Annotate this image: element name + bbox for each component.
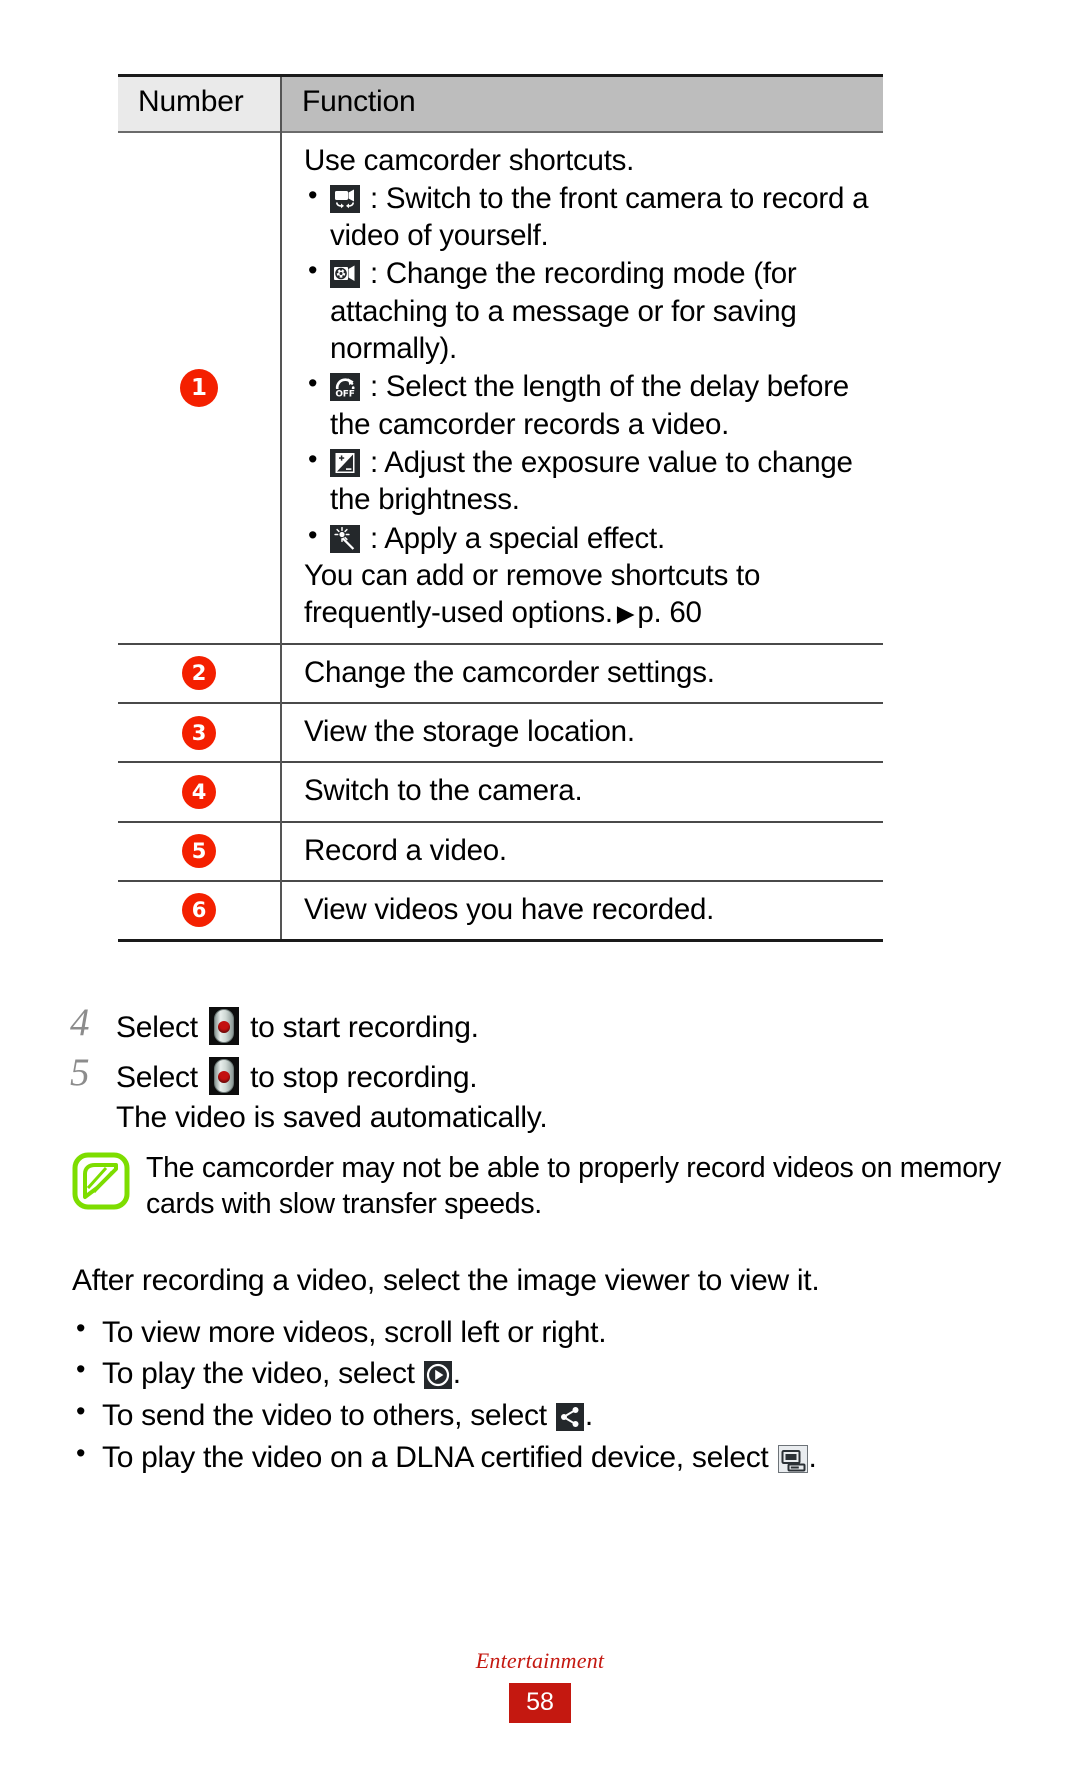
function-table-container: Number Function 1 Use camcorder shortcut…: [118, 74, 883, 943]
function-table: Number Function 1 Use camcorder shortcut…: [118, 74, 883, 943]
table-row: 5 Record a video.: [118, 820, 883, 881]
trailing-content: After recording a video, select the imag…: [72, 1262, 1032, 1478]
bullet-text-after: .: [452, 1357, 461, 1391]
trailing-bullet-list: To view more videos, scroll left or righ…: [72, 1310, 1032, 1479]
step-5-substep: The video is saved automatically.: [116, 1101, 548, 1135]
special-effect-icon: [330, 524, 360, 553]
table-row: 3 View the storage location.: [118, 701, 883, 763]
trailing-lead: After recording a video, select the imag…: [72, 1264, 820, 1297]
table-row: 6 View videos you have recorded.: [118, 879, 883, 943]
step-text-before: Select: [116, 1060, 198, 1094]
page-footer: Entertainment 58: [0, 1648, 1080, 1723]
step-text-before: Select: [116, 1011, 198, 1044]
recording-mode-icon: [330, 260, 360, 289]
shortcut-text: : Adjust the exposure value to change th…: [330, 446, 853, 517]
step-number: 4: [70, 1001, 90, 1044]
shortcuts-outro-line2: frequently-used options. ▶ p. 60: [304, 594, 877, 631]
bullet-scroll-videos: To view more videos, scroll left or righ…: [72, 1310, 1032, 1354]
record-button-icon: [208, 1007, 239, 1045]
record-button-icon: [208, 1056, 239, 1095]
column-header-number: Number: [118, 75, 282, 132]
dlna-icon: [777, 1444, 808, 1473]
page-reference: p. 60: [637, 596, 702, 630]
outro-text: frequently-used options.: [304, 596, 613, 630]
table-row: 1 Use camcorder shortcuts. •: Switch to…: [118, 130, 883, 644]
shortcut-item-recording-mode: : Change the recording mode (for attachi…: [304, 253, 877, 367]
row-number-cell: 4: [118, 761, 282, 822]
bullet-text: To play the video on a DLNA certified de…: [102, 1440, 769, 1474]
number-badge-6: 6: [182, 893, 216, 928]
bullet-dlna-play: To play the video on a DLNA certified de…: [72, 1435, 1032, 1479]
number-badge-4: 4: [182, 774, 216, 809]
row-function-cell: Use camcorder shortcuts. •: Switch to t…: [281, 130, 883, 644]
switch-front-camera-icon: [330, 184, 360, 213]
row-function-cell: Record a video.: [281, 820, 883, 881]
steps-list: 4 Select to start recording. 5 Select to…: [70, 1001, 1010, 1137]
share-icon: [555, 1402, 584, 1431]
column-header-function: Function: [281, 75, 883, 132]
row-function-cell: Switch to the camera.: [281, 761, 883, 822]
number-badge-3: 3: [182, 715, 216, 750]
number-badge-1: 1: [180, 368, 218, 407]
shortcut-text: : Switch to the front camera to record a…: [330, 181, 869, 253]
shortcut-text: : Select the length of the delay before …: [330, 370, 849, 441]
svg-text:OFF: OFF: [335, 390, 354, 400]
play-icon: [423, 1361, 452, 1390]
table-body: 1 Use camcorder shortcuts. •: Switch to…: [118, 130, 883, 943]
shortcut-text: : Apply a special effect.: [369, 521, 665, 555]
shortcuts-intro: Use camcorder shortcuts.: [304, 143, 635, 177]
step-number: 5: [70, 1050, 90, 1094]
bullet-share-video: To send the video to others, select .: [72, 1393, 1032, 1437]
table-header: Number Function: [118, 75, 883, 132]
row-function-cell: View the storage location.: [281, 701, 883, 763]
footer-page-number: 58: [509, 1683, 571, 1723]
footer-section-title: Entertainment: [475, 1648, 605, 1673]
exposure-value-icon: [330, 449, 360, 477]
shortcut-item-exposure: : Adjust the exposure value to change th…: [304, 442, 877, 519]
row-number-cell: 6: [118, 879, 282, 943]
timer-off-icon: OFF: [330, 373, 360, 402]
number-badge-5: 5: [182, 834, 216, 869]
step-5: 5 Select to stop recording.: [70, 1050, 1010, 1097]
table-row: 2 Change the camcorder settings.: [118, 642, 883, 703]
shortcut-item-timer: OFF : Select the length of the delay bef…: [304, 366, 877, 443]
shortcut-item-special-effect: : Apply a special effect.: [304, 518, 877, 557]
row-number-cell: 1: [118, 130, 282, 644]
bullet-text-after: .: [808, 1440, 817, 1474]
row-number-cell: 5: [118, 820, 282, 881]
table-row: 4 Switch to the camera.: [118, 761, 883, 822]
step-text: Select to stop recording.: [116, 1053, 478, 1097]
note-box: The camcorder may not be able to properl…: [72, 1148, 1022, 1223]
manual-page: Number Function 1 Use camcorder shortcut…: [0, 0, 1080, 1771]
note-text: The camcorder may not be able to properl…: [146, 1152, 1001, 1221]
step-text-after: to start recording.: [250, 1011, 479, 1044]
note-pen-icon: [72, 1148, 146, 1223]
bullet-play-video: To play the video, select .: [72, 1351, 1032, 1395]
step-4: 4 Select to start recording.: [70, 1001, 1010, 1047]
bullet-text: To play the video, select: [102, 1357, 415, 1391]
shortcuts-outro-line1: You can add or remove shortcuts to: [304, 558, 761, 592]
page-ref-arrow-icon: ▶: [616, 600, 635, 627]
bullet-text-after: .: [584, 1398, 593, 1432]
shortcut-item-front-camera: : Switch to the front camera to record a…: [304, 178, 877, 255]
row-number-cell: 2: [118, 642, 282, 703]
bullet-text: To view more videos, scroll left or righ…: [102, 1315, 607, 1349]
step-text-after: to stop recording.: [250, 1060, 478, 1094]
row-function-cell: Change the camcorder settings.: [281, 642, 883, 703]
shortcut-text: : Change the recording mode (for attachi…: [330, 257, 797, 366]
row-number-cell: 3: [118, 701, 282, 763]
row-function-cell: View videos you have recorded.: [281, 879, 883, 943]
bullet-text: To send the video to others, select: [102, 1398, 547, 1432]
step-text: Select to start recording.: [116, 1003, 479, 1047]
shortcut-bullet-list: : Switch to the front camera to record a…: [304, 178, 877, 557]
number-badge-2: 2: [182, 656, 216, 691]
